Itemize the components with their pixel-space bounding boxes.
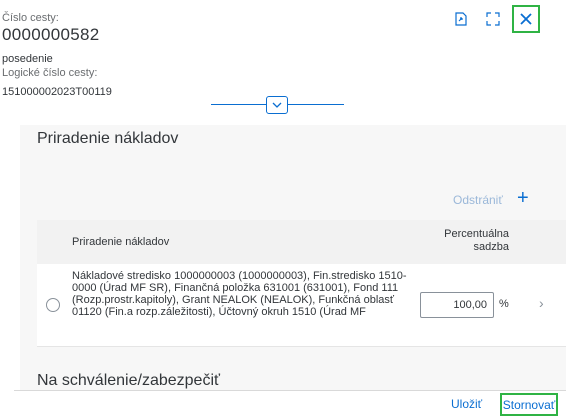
footer-toolbar: Uložiť Stornovať: [14, 390, 566, 420]
trip-number: 0000000582: [2, 25, 100, 44]
trip-status: posedenie: [2, 53, 53, 65]
close-button[interactable]: [512, 5, 540, 33]
collapse-header-button[interactable]: [266, 96, 288, 114]
chevron-down-icon: [272, 102, 282, 108]
row-select-radio[interactable]: [46, 298, 60, 312]
object-header: Číslo cesty: 0000000582 posedenie Logick…: [0, 0, 566, 125]
collapse-divider-right: [288, 104, 344, 105]
add-button[interactable]: +: [517, 186, 529, 210]
table-row[interactable]: Nákladové stredisko 1000000003 (10000000…: [37, 264, 566, 347]
column-header-assignment: Priradenie nákladov: [72, 236, 170, 248]
next-section-title: Na schválenie/zabezpečiť: [37, 372, 220, 389]
pin-icon[interactable]: [449, 7, 473, 31]
column-header-percentage: Percentuálna sadzba: [444, 228, 509, 253]
remove-button[interactable]: Odstrániť: [453, 193, 503, 207]
cost-assignment-text: Nákladové stredisko 1000000003 (10000000…: [72, 270, 407, 318]
table-header: Priradenie nákladov Percentuálna sadzba: [37, 220, 566, 265]
cancel-button[interactable]: Stornovať: [500, 393, 558, 416]
collapse-divider-left: [211, 104, 266, 105]
percentage-input[interactable]: [420, 292, 494, 318]
section-title: Priradenie nákladov: [37, 130, 179, 147]
logical-number: 151000002023T00119: [2, 86, 112, 98]
trip-number-label: Číslo cesty:: [2, 12, 59, 24]
fullscreen-icon[interactable]: [481, 7, 505, 31]
save-button[interactable]: Uložiť: [451, 397, 482, 411]
chevron-right-icon[interactable]: ›: [539, 295, 544, 311]
percentage-unit: %: [499, 298, 509, 310]
logical-number-label: Logické číslo cesty:: [2, 67, 98, 79]
close-icon: [520, 13, 532, 25]
